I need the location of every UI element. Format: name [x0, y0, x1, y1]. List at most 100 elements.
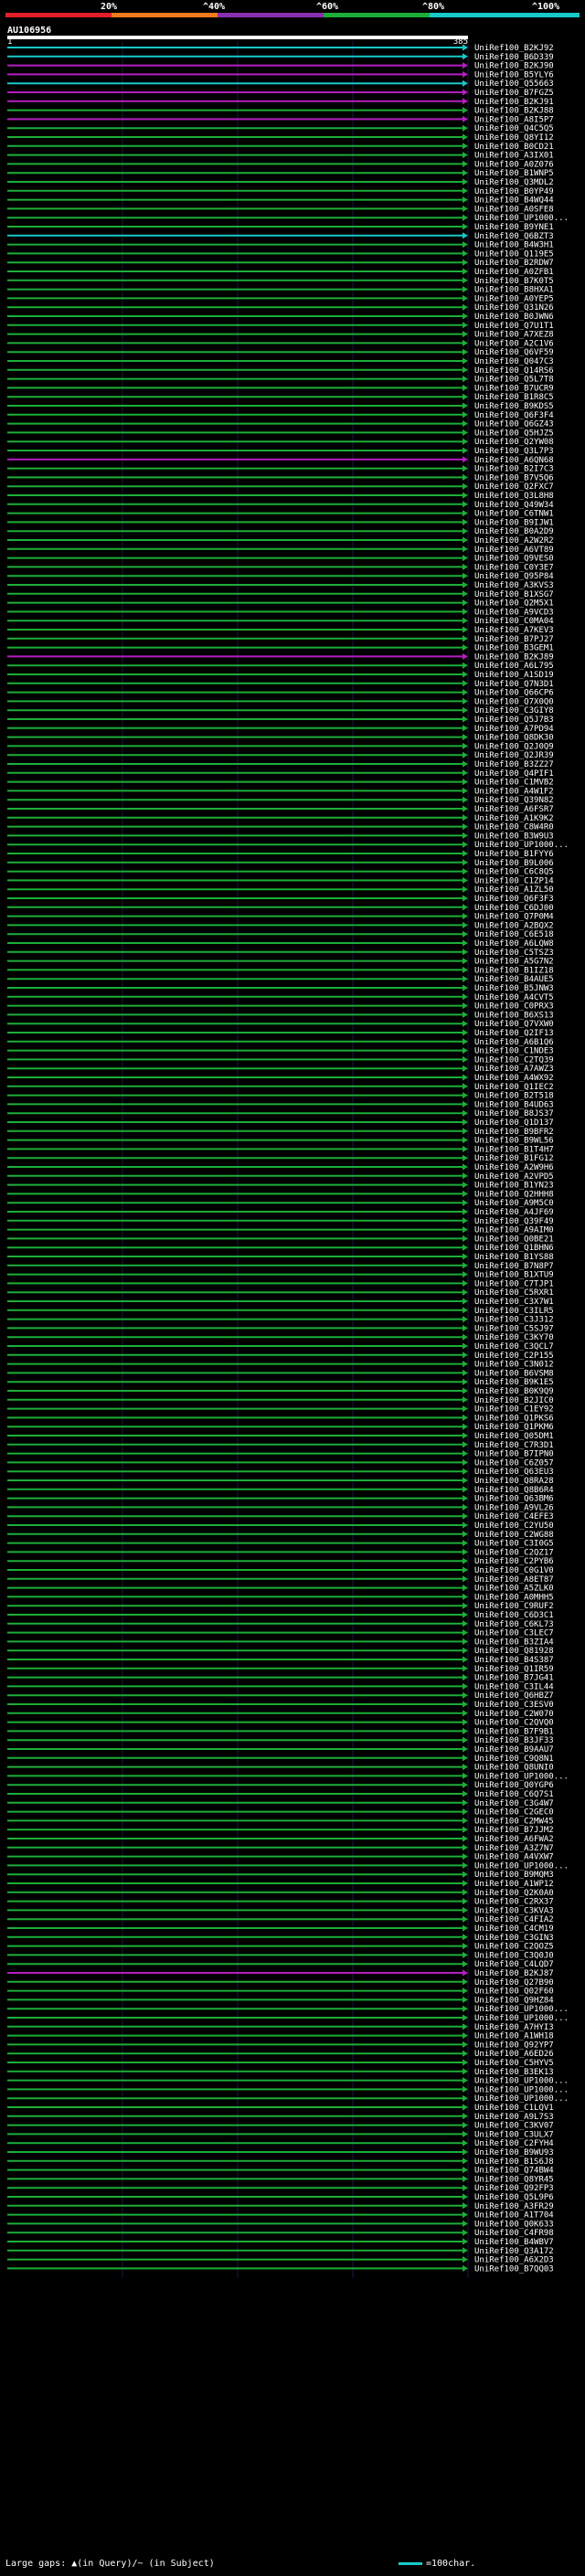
- hit-arrow: [463, 814, 468, 822]
- hit-arrow: [463, 1154, 468, 1161]
- hit-arrow: [463, 2238, 468, 2245]
- hit-label: UniRef100_UP1000...: [474, 841, 569, 850]
- hit-label: UniRef100_A8ET87: [474, 1575, 554, 1585]
- hit-arrow: [463, 294, 468, 302]
- hit-label: UniRef100_Q4C5Q5: [474, 124, 554, 133]
- hit-arrow: [463, 1943, 468, 1950]
- hit-arrow: [463, 1988, 468, 1995]
- hit-label: UniRef100_B1T4H7: [474, 1145, 554, 1154]
- hit-label: UniRef100_C3J312: [474, 1316, 554, 1325]
- hit-arrow: [463, 913, 468, 920]
- hit-label: UniRef100_Q7X0Q0: [474, 697, 554, 706]
- hit-arrow: [463, 1924, 468, 1932]
- hit-arrow: [463, 1736, 468, 1744]
- hit-arrow: [463, 1316, 468, 1323]
- hit-label: UniRef100_B8HXA1: [474, 286, 554, 295]
- hit-arrow: [463, 1486, 468, 1493]
- hit-label: UniRef100_UP1000...: [474, 2094, 569, 2104]
- hit-label: UniRef100_Q1IEC2: [474, 1083, 554, 1092]
- hit-label: UniRef100_Q1D137: [474, 1118, 554, 1128]
- hit-label: UniRef100_C3LEC7: [474, 1629, 554, 1638]
- hit-arrow: [463, 1674, 468, 1681]
- hit-label: UniRef100_C2RX37: [474, 1898, 554, 1907]
- hit-label: UniRef100_Q3A172: [474, 2247, 554, 2256]
- hit-arrow: [463, 1898, 468, 1905]
- hit-arrow: [463, 2032, 468, 2040]
- hit-arrow: [463, 1065, 468, 1072]
- hit-label: UniRef100_C4CM19: [474, 1924, 554, 1934]
- hit-arrow: [463, 152, 468, 159]
- hit-arrow: [463, 1137, 468, 1144]
- hit-label: UniRef100_C2QOZ5: [474, 1943, 554, 1952]
- hit-label: UniRef100_B9WL56: [474, 1137, 554, 1146]
- hit-label: UniRef100_A4WX92: [474, 1074, 554, 1083]
- hit-label: UniRef100_UP1000...: [474, 2085, 569, 2094]
- hit-arrow: [463, 492, 468, 499]
- hit-label: UniRef100_Q6F3F3: [474, 895, 554, 904]
- hit-arrow: [463, 303, 468, 311]
- hit-arrow: [463, 644, 468, 652]
- hit-label: UniRef100_Q49W34: [474, 501, 554, 510]
- hit-label: UniRef100_B3EK13: [474, 2068, 554, 2077]
- hit-arrow: [463, 133, 468, 141]
- hit-arrow: [463, 555, 468, 562]
- hit-label: UniRef100_B2RDW7: [474, 259, 554, 268]
- hit-label: UniRef100_B4W3H1: [474, 241, 554, 250]
- hit-arrow: [463, 259, 468, 266]
- hit-arrow: [463, 1790, 468, 1797]
- hit-arrow: [463, 1557, 468, 1564]
- alignment-plot: AU1069561 385UniRef100_B2KJ92UniRef100_B6…: [7, 26, 569, 2278]
- hit-label: UniRef100_A6FWA2: [474, 1835, 554, 1844]
- hit-arrow: [463, 53, 468, 60]
- hit-arrow: [463, 1396, 468, 1404]
- hit-label: UniRef100_B4AUE5: [474, 975, 554, 984]
- hit-arrow: [463, 1835, 468, 1842]
- hit-arrow: [463, 1477, 468, 1484]
- hit-arrow: [463, 2122, 468, 2129]
- hit-arrow: [463, 563, 468, 570]
- hit-label: UniRef100_C3GIN3: [474, 1934, 554, 1943]
- hit-label: UniRef100_A0MHH5: [474, 1593, 554, 1602]
- hit-arrow: [463, 850, 468, 857]
- hit-label: UniRef100_Q2FXC7: [474, 482, 554, 492]
- hit-label: UniRef100_A1WP12: [474, 1880, 554, 1889]
- hit-label: UniRef100_Q3MDL2: [474, 178, 554, 187]
- hit-arrow: [463, 1244, 468, 1251]
- hit-label: UniRef100_Q2M5X1: [474, 599, 554, 609]
- hit-arrow: [463, 984, 468, 991]
- hit-arrow: [463, 241, 468, 249]
- hit-arrow: [463, 2202, 468, 2210]
- hit-label: UniRef100_Q3L7P3: [474, 447, 554, 456]
- hit-label: UniRef100_C2PYB6: [474, 1557, 554, 1566]
- hit-arrow: [463, 787, 468, 794]
- hit-arrow: [463, 2041, 468, 2048]
- hit-label: UniRef100_C5RXR1: [474, 1288, 554, 1298]
- hit-arrow: [463, 868, 468, 875]
- hit-label: UniRef100_B7IPN0: [474, 1450, 554, 1459]
- hit-arrow: [463, 930, 468, 938]
- hit-label: UniRef100_A3FR29: [474, 2202, 554, 2211]
- hit-arrow: [463, 742, 468, 749]
- hit-arrow: [463, 1960, 468, 1967]
- hit-label: UniRef100_C9RUF2: [474, 1602, 554, 1611]
- hit-label: UniRef100_Q0BE21: [474, 1235, 554, 1244]
- hit-label: UniRef100_A6L795: [474, 662, 554, 671]
- hit-label: UniRef100_C6TNW1: [474, 510, 554, 519]
- hit-label: UniRef100_B3ZZ27: [474, 760, 554, 769]
- hit-label: UniRef100_UP1000...: [474, 2005, 569, 2014]
- hit-arrow: [463, 608, 468, 615]
- hit-label: UniRef100_B9K1E5: [474, 1378, 554, 1387]
- hit-label: UniRef100_Q2IF13: [474, 1029, 554, 1038]
- hit-label: UniRef100_Q63EU3: [474, 1468, 554, 1477]
- hit-arrow: [463, 1575, 468, 1583]
- hit-arrow: [463, 1629, 468, 1637]
- hit-arrow: [463, 1235, 468, 1242]
- hit-label: UniRef100_C3ESV0: [474, 1701, 554, 1710]
- hit-arrow: [463, 196, 468, 204]
- hit-label: UniRef100_C1MVB2: [474, 779, 554, 788]
- hit-arrow: [463, 1682, 468, 1690]
- hit-arrow: [463, 2148, 468, 2156]
- hit-label: UniRef100_C8W4R0: [474, 823, 554, 832]
- hit-label: UniRef100_Q1PKM6: [474, 1423, 554, 1432]
- hit-label: UniRef100_C9Q8N1: [474, 1754, 554, 1764]
